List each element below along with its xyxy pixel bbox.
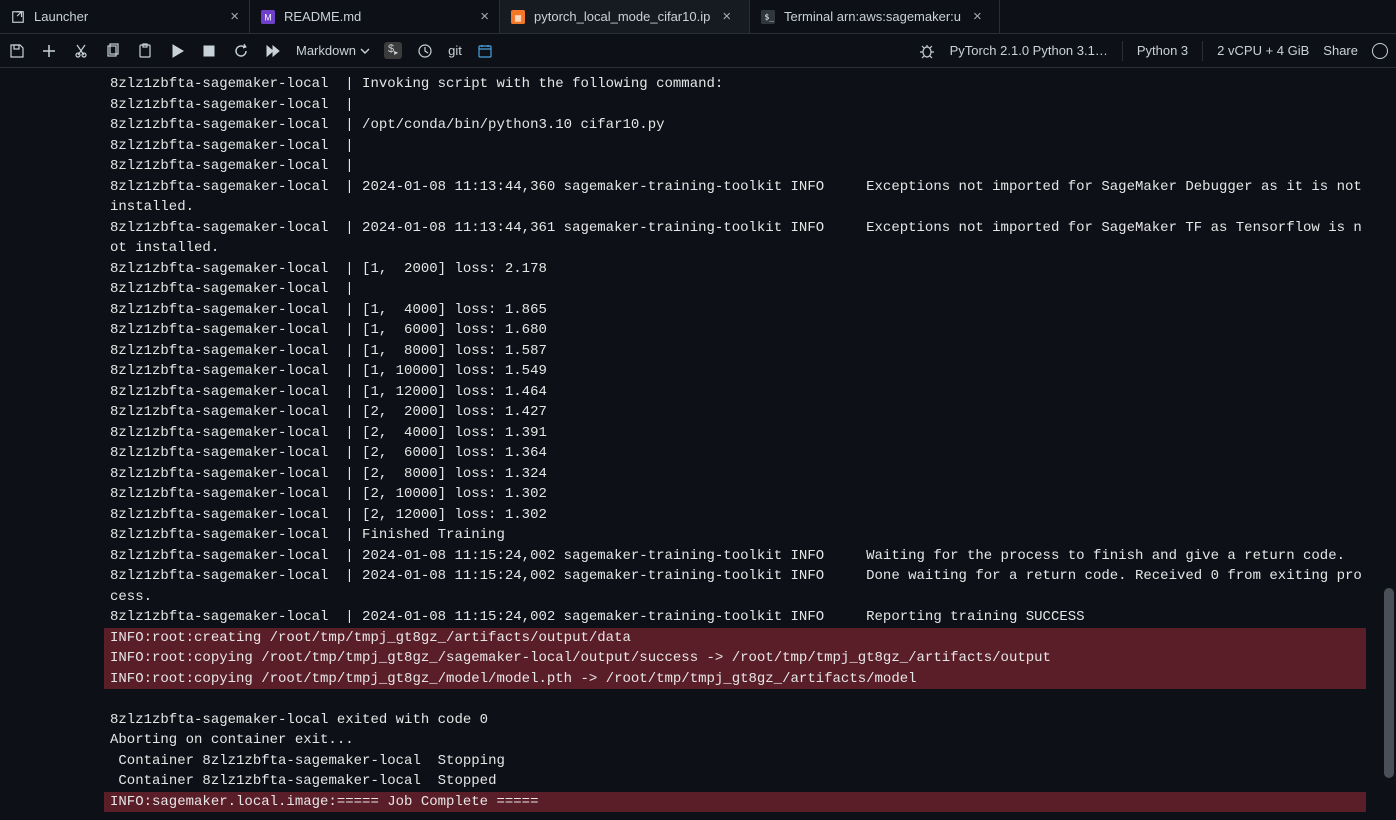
git-button[interactable]: git — [448, 43, 462, 58]
close-icon[interactable]: × — [722, 8, 731, 25]
tab-launcher[interactable]: Launcher × — [0, 0, 250, 33]
kernel-name-label[interactable]: Python 3 — [1137, 43, 1188, 58]
calendar-icon[interactable] — [476, 42, 494, 60]
insert-cell-button[interactable] — [40, 42, 58, 60]
terminal-icon: $_ — [760, 9, 776, 25]
cell-output: 8zlz1zbfta-sagemaker-local | Invoking sc… — [0, 74, 1396, 812]
save-button[interactable] — [8, 42, 26, 60]
separator — [1202, 41, 1203, 61]
history-button[interactable] — [416, 42, 434, 60]
toolbar: Markdown $▸ git PyTorch 2.1.0 Python 3.1… — [0, 34, 1396, 68]
instance-type-label[interactable]: 2 vCPU + 4 GiB — [1217, 43, 1309, 58]
close-icon[interactable]: × — [230, 8, 239, 25]
close-icon[interactable]: × — [480, 8, 489, 25]
tab-terminal[interactable]: $_ Terminal arn:aws:sagemaker:u × — [750, 0, 1000, 33]
run-button[interactable] — [168, 42, 186, 60]
separator — [1122, 41, 1123, 61]
markdown-file-icon: M — [260, 9, 276, 25]
bug-icon[interactable] — [918, 42, 936, 60]
svg-text:▦: ▦ — [514, 13, 521, 22]
svg-text:$_: $_ — [765, 12, 775, 21]
kernel-status-icon[interactable] — [1372, 43, 1388, 59]
tab-readme[interactable]: M README.md × — [250, 0, 500, 33]
notebook-output-area[interactable]: 8zlz1zbfta-sagemaker-local | Invoking sc… — [0, 68, 1396, 820]
paste-button[interactable] — [136, 42, 154, 60]
chevron-down-icon — [360, 46, 370, 56]
stop-button[interactable] — [200, 42, 218, 60]
cell-type-label: Markdown — [296, 43, 356, 58]
variable-inspector-button[interactable]: $▸ — [384, 42, 402, 58]
svg-text:M: M — [264, 12, 271, 22]
restart-button[interactable] — [232, 42, 250, 60]
tab-label: Terminal arn:aws:sagemaker:u — [784, 9, 961, 24]
kernel-image-label[interactable]: PyTorch 2.1.0 Python 3.1… — [950, 43, 1108, 58]
close-icon[interactable]: × — [973, 8, 982, 25]
tab-label: Launcher — [34, 9, 88, 24]
tab-label: pytorch_local_mode_cifar10.ip — [534, 9, 710, 24]
tab-bar: Launcher × M README.md × ▦ pytorch_local… — [0, 0, 1396, 34]
cut-button[interactable] — [72, 42, 90, 60]
tab-notebook[interactable]: ▦ pytorch_local_mode_cifar10.ip × — [500, 0, 750, 33]
fast-forward-button[interactable] — [264, 42, 282, 60]
scrollbar-thumb[interactable] — [1384, 588, 1394, 778]
share-button[interactable]: Share — [1323, 43, 1358, 58]
copy-button[interactable] — [104, 42, 122, 60]
launcher-icon — [10, 9, 26, 25]
notebook-file-icon: ▦ — [510, 9, 526, 25]
tab-label: README.md — [284, 9, 361, 24]
cell-type-dropdown[interactable]: Markdown — [296, 43, 370, 58]
